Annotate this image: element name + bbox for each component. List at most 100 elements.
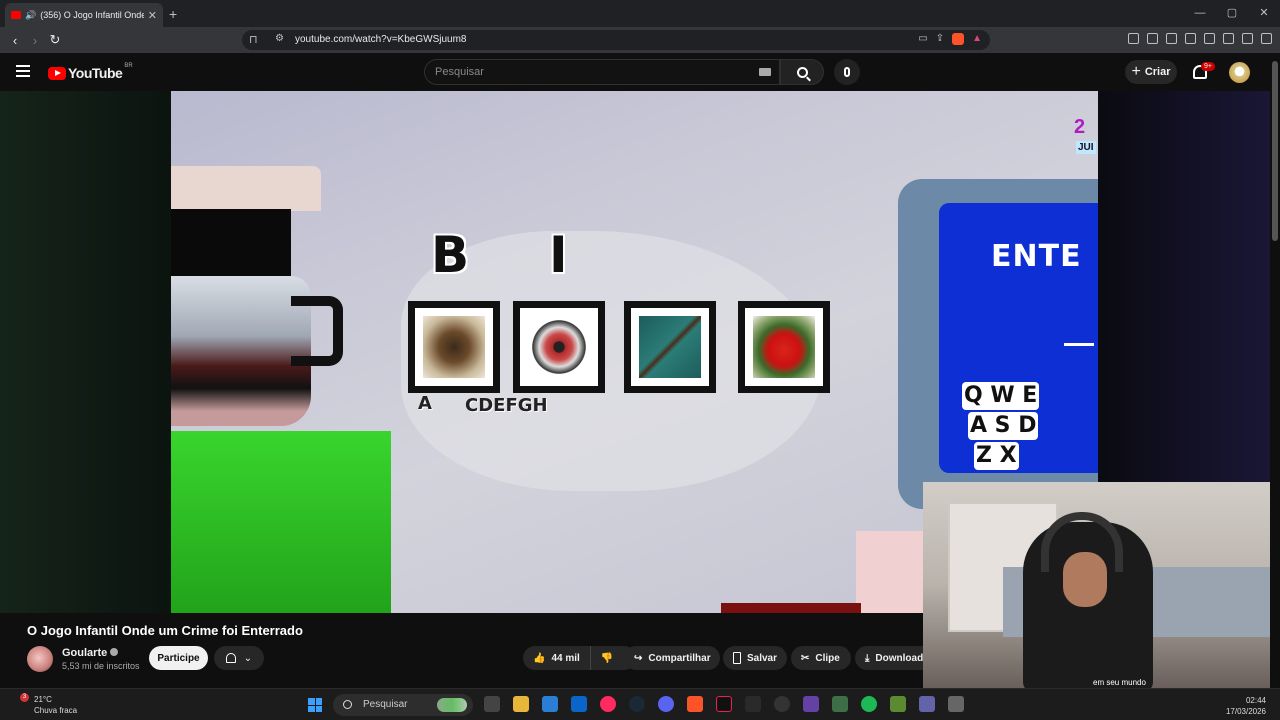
close-window-button[interactable]: ✕ (1248, 0, 1280, 27)
picture-card-teapot (738, 301, 830, 393)
search-highlight-art (437, 698, 467, 712)
channel-avatar[interactable] (27, 646, 53, 672)
obs-icon[interactable] (774, 696, 790, 712)
coffee-maker-shadow (171, 209, 291, 279)
ai-icon[interactable] (1223, 33, 1234, 44)
region-code: BR (124, 63, 133, 69)
account-avatar[interactable] (1229, 62, 1250, 83)
letters-cdefgh: CDEFGH (465, 395, 548, 416)
dislike-button[interactable]: 👎 (591, 646, 623, 670)
window-controls: — ▢ ✕ (1184, 0, 1280, 27)
search-button[interactable] (780, 59, 824, 85)
join-button[interactable]: Participe (149, 646, 208, 670)
clock-time: 02:44 (1245, 696, 1266, 705)
minimize-button[interactable]: — (1184, 0, 1216, 27)
vpn-icon[interactable] (1242, 33, 1253, 44)
tab-search-icon[interactable] (1147, 33, 1158, 44)
bookmark-icon[interactable]: ⊓ (249, 33, 258, 46)
brave-rewards-icon[interactable]: ▲ (972, 33, 982, 45)
channel-name[interactable]: Goularte (62, 647, 107, 659)
keyboard-row: Q W E (962, 382, 1040, 410)
discord-icon[interactable] (658, 696, 674, 712)
tiktok-icon[interactable] (716, 696, 732, 712)
steam-icon[interactable] (629, 696, 645, 712)
youtube-logo[interactable]: YouTube BR (48, 63, 133, 81)
media-icon[interactable] (1166, 33, 1177, 44)
save-label: Salvar (746, 652, 777, 664)
download-button[interactable]: ⤓ Download (855, 646, 923, 670)
extensions-icon[interactable] (1128, 33, 1139, 44)
share-button[interactable]: ↪ Compartilhar (624, 646, 720, 670)
weather-widget[interactable]: 3 21°C Chuva fraca (14, 693, 77, 716)
clock-date: 17/03/2026 (1225, 707, 1266, 716)
wallet-icon[interactable] (1204, 33, 1215, 44)
voice-search-button[interactable] (834, 59, 860, 85)
text-app-icon[interactable] (745, 696, 761, 712)
reload-icon[interactable]: ↻ (45, 32, 65, 48)
share-page-icon[interactable]: ⇪ (936, 33, 944, 45)
youtube-play-icon (48, 66, 66, 80)
video-title: O Jogo Infantil Onde um Crime foi Enterr… (27, 623, 303, 638)
like-button[interactable]: 👍 44 mil (523, 646, 591, 670)
thumbs-up-icon: 👍 (533, 652, 546, 664)
search-placeholder: Pesquisar (435, 66, 484, 78)
minecraft-icon[interactable] (890, 696, 906, 712)
thumbs-down-icon: 👎 (600, 652, 614, 664)
microsoft-store-icon[interactable] (542, 696, 558, 712)
game-launcher-icon[interactable] (832, 696, 848, 712)
corner-number: 2 (1074, 116, 1086, 138)
taskbar-search[interactable]: Pesquisar (333, 694, 473, 716)
page-scrollbar[interactable] (1270, 53, 1280, 688)
letter-b: B (431, 226, 470, 284)
streamlabs-icon[interactable] (803, 696, 819, 712)
file-explorer-icon[interactable] (513, 696, 529, 712)
address-bar-actions: ▭ ⇪ ▲ (918, 33, 982, 45)
cast-icon[interactable]: ▭ (918, 33, 927, 45)
channel-name-row[interactable]: Goularte (62, 647, 119, 659)
sidebar-icon[interactable] (1185, 33, 1196, 44)
outlook-icon[interactable] (571, 696, 587, 712)
security-app-icon[interactable] (948, 696, 964, 712)
youtube-wordmark: YouTube (68, 65, 123, 81)
system-clock[interactable]: 02:44 17/03/2026 (1226, 695, 1266, 717)
weather-alert-badge: 3 (20, 693, 29, 702)
keyboard-row: A S D (968, 412, 1039, 440)
search-icon (796, 66, 808, 78)
keyboard-icon[interactable] (759, 68, 771, 76)
bell-icon (225, 653, 236, 663)
menu-icon[interactable] (1261, 33, 1272, 44)
browser-tab[interactable]: 🔊 (356) O Jogo Infantil Onde um ✕ (5, 3, 163, 27)
brave-shields-icon[interactable] (952, 33, 965, 45)
create-button[interactable]: + Criar (1125, 60, 1177, 84)
letter-a: A (418, 393, 432, 414)
notification-badge: 9+ (1201, 62, 1215, 71)
red-bar (721, 603, 861, 613)
site-settings-icon[interactable]: ⚙ (275, 33, 284, 44)
taskbar-apps (484, 696, 964, 712)
download-label: Download (875, 652, 924, 664)
corner-badge: JUI (1076, 141, 1096, 154)
opera-icon[interactable] (600, 696, 616, 712)
browser-toolbar: ‹ › ↻ ⊓ ⚙ youtube.com/watch?v=KbeGWSjuum… (0, 27, 1280, 53)
windows-taskbar: 3 21°C Chuva fraca Pesquisar 02:44 17/03… (0, 688, 1280, 720)
back-icon[interactable]: ‹ (5, 33, 25, 48)
subscription-bell-button[interactable]: ⌄ (214, 646, 264, 670)
teams-icon[interactable] (919, 696, 935, 712)
forward-icon[interactable]: › (25, 33, 45, 48)
scrollbar-thumb[interactable] (1272, 61, 1278, 241)
close-tab-icon[interactable]: ✕ (148, 9, 157, 22)
share-icon: ↪ (634, 652, 643, 664)
spotify-icon[interactable] (861, 696, 877, 712)
new-tab-button[interactable]: + (169, 6, 177, 22)
save-button[interactable]: Salvar (723, 646, 787, 670)
url-text[interactable]: youtube.com/watch?v=KbeGWSjuum8 (295, 34, 466, 45)
hamburger-menu-icon[interactable] (16, 65, 30, 77)
address-bar[interactable]: ⊓ ⚙ youtube.com/watch?v=KbeGWSjuum8 ▭ ⇪ … (242, 30, 990, 50)
search-input[interactable]: Pesquisar (424, 59, 780, 85)
windows-start-icon[interactable] (308, 698, 322, 712)
task-view-icon[interactable] (484, 696, 500, 712)
maximize-button[interactable]: ▢ (1216, 0, 1248, 27)
speaker-icon[interactable]: 🔊 (25, 10, 36, 21)
clip-button[interactable]: ✂ Clipe (791, 646, 851, 670)
brave-browser-icon[interactable] (687, 696, 703, 712)
